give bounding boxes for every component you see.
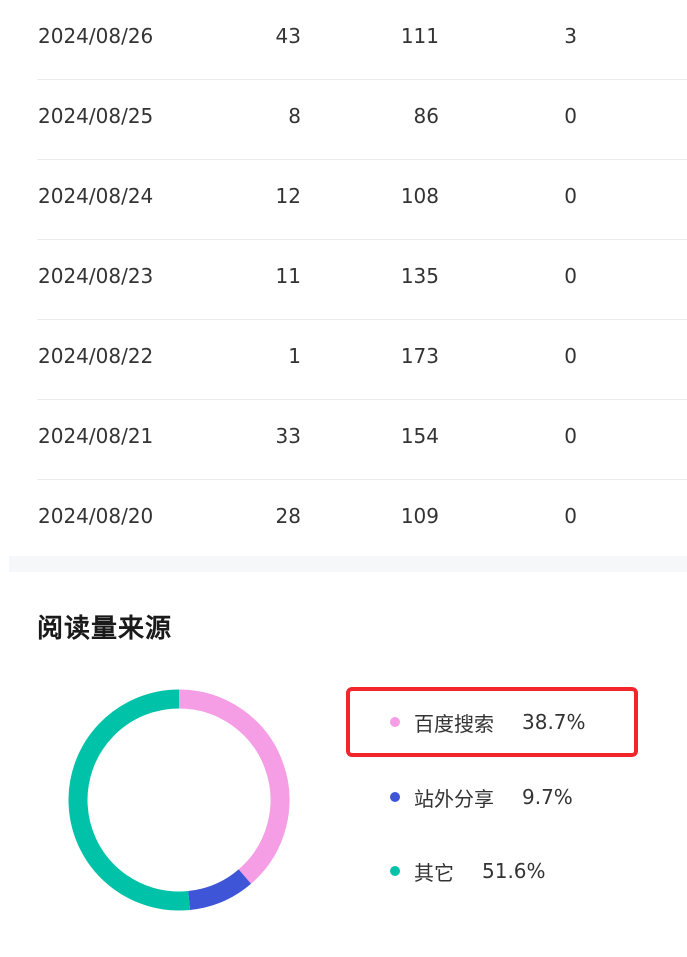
date-cell: 2024/08/24 — [38, 184, 154, 208]
legend-percent: 38.7% — [522, 710, 586, 734]
value-cell: 0 — [564, 184, 577, 208]
donut-slice-0 — [178, 689, 290, 884]
date-cell: 2024/08/23 — [38, 264, 154, 288]
date-cell: 2024/08/22 — [38, 344, 154, 368]
legend-percent: 9.7% — [522, 785, 573, 809]
value-cell: 28 — [275, 504, 301, 528]
value-cell: 0 — [564, 504, 577, 528]
value-cell: 3 — [564, 24, 577, 48]
date-cell: 2024/08/20 — [38, 504, 154, 528]
table-row: 2024/08/22 1 173 0 — [37, 320, 687, 400]
value-cell: 43 — [275, 24, 301, 48]
value-cell: 0 — [564, 264, 577, 288]
legend-dot — [390, 717, 400, 727]
legend-item-other: 其它 51.6% — [390, 851, 546, 891]
value-cell: 109 — [400, 504, 439, 528]
donut-slice-1 — [187, 869, 252, 910]
value-cell: 111 — [400, 24, 439, 48]
legend-label: 其它 — [414, 860, 454, 885]
legend-dot — [390, 792, 400, 802]
donut-slice-2 — [68, 689, 191, 911]
value-cell: 0 — [564, 104, 577, 128]
value-cell: 11 — [275, 264, 301, 288]
legend-item-external-share: 站外分享 9.7% — [390, 777, 573, 817]
value-cell: 33 — [275, 424, 301, 448]
table-row: 2024/08/26 43 111 3 — [37, 0, 687, 80]
legend-item-baidu-search: 百度搜索 38.7% — [390, 702, 586, 742]
legend-percent: 51.6% — [482, 859, 546, 883]
date-cell: 2024/08/21 — [38, 424, 154, 448]
section-divider — [9, 556, 687, 572]
value-cell: 1 — [288, 344, 301, 368]
value-cell: 12 — [275, 184, 301, 208]
date-cell: 2024/08/25 — [38, 104, 154, 128]
value-cell: 154 — [400, 424, 439, 448]
date-cell: 2024/08/26 — [38, 24, 154, 48]
table-row: 2024/08/25 8 86 0 — [37, 80, 687, 160]
legend-dot — [390, 866, 400, 876]
value-cell: 0 — [564, 424, 577, 448]
value-cell: 86 — [413, 104, 439, 128]
daily-stats-table: 2024/08/26 43 111 3 2024/08/25 8 86 0 20… — [37, 0, 687, 560]
value-cell: 135 — [400, 264, 439, 288]
legend-label: 百度搜索 — [414, 711, 494, 736]
legend-label: 站外分享 — [414, 786, 494, 811]
value-cell: 0 — [564, 344, 577, 368]
table-row: 2024/08/23 11 135 0 — [37, 240, 687, 320]
value-cell: 8 — [288, 104, 301, 128]
table-row: 2024/08/24 12 108 0 — [37, 160, 687, 240]
value-cell: 173 — [400, 344, 439, 368]
table-row: 2024/08/20 28 109 0 — [37, 480, 687, 560]
table-row: 2024/08/21 33 154 0 — [37, 400, 687, 480]
section-title: 阅读量来源 — [37, 614, 173, 644]
source-donut-chart — [68, 689, 290, 911]
value-cell: 108 — [400, 184, 439, 208]
